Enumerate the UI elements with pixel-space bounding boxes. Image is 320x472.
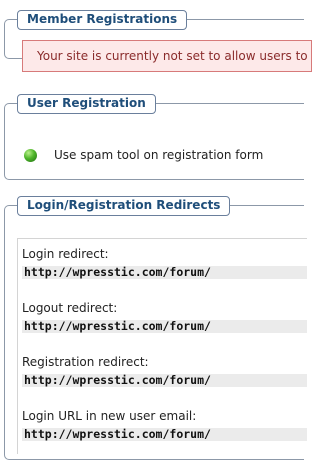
logout-redirect-label: Logout redirect: <box>22 301 118 315</box>
logout-redirect-value[interactable]: http://wpresstic.com/forum/ <box>22 320 307 333</box>
user-registration-section: User Registration <box>4 94 304 180</box>
registration-redirect-label: Registration redirect: <box>22 355 149 369</box>
spam-tool-option[interactable]: Use spam tool on registration form <box>22 143 312 167</box>
spam-tool-label: Use spam tool on registration form <box>54 148 264 162</box>
login-redirect-value[interactable]: http://wpresstic.com/forum/ <box>22 266 307 279</box>
member-registrations-title: Member Registrations <box>17 10 188 30</box>
redirects-list: Login redirect: http://wpresstic.com/for… <box>17 238 307 454</box>
redirects-title: Login/Registration Redirects <box>17 196 231 216</box>
login-url-email-item: Login URL in new user email: http://wpre… <box>22 409 307 441</box>
registration-redirect-item: Registration redirect: http://wpresstic.… <box>22 355 307 387</box>
login-url-email-label: Login URL in new user email: <box>22 409 197 423</box>
login-redirect-item: Login redirect: http://wpresstic.com/for… <box>22 247 307 279</box>
user-registration-title: User Registration <box>17 94 156 114</box>
logout-redirect-item: Logout redirect: http://wpresstic.com/fo… <box>22 301 307 333</box>
login-redirect-label: Login redirect: <box>22 247 109 261</box>
login-url-email-value[interactable]: http://wpresstic.com/forum/ <box>22 428 307 441</box>
registration-redirect-value[interactable]: http://wpresstic.com/forum/ <box>22 374 307 387</box>
registration-disabled-alert: Your site is currently not set to allow … <box>22 40 312 72</box>
green-status-icon[interactable] <box>24 148 37 162</box>
